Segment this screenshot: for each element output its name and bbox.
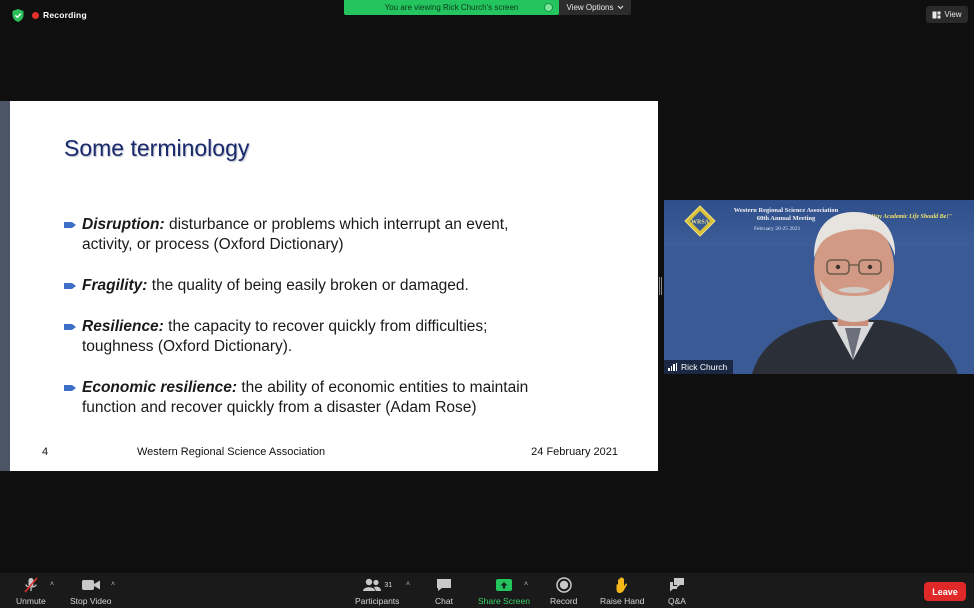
share-options-caret-icon[interactable]: ˄ [524,581,528,588]
participants-options-caret-icon[interactable]: ˄ [406,581,410,588]
recording-dot-icon [32,11,39,19]
view-button[interactable]: View [926,6,968,23]
raise-hand-button[interactable]: Raise Hand [600,576,644,606]
chat-label: Chat [435,596,453,606]
bullet-term: Economic resilience: [82,379,238,396]
security-shield-icon[interactable] [12,8,24,22]
record-button[interactable]: Record [550,576,577,606]
video-camera-icon [81,576,101,594]
bullet-arrow-icon [64,324,76,330]
banner-status-icon [544,3,553,12]
share-screen-label: Share Screen [478,596,530,606]
view-label: View [944,10,962,19]
chat-button[interactable]: Chat [435,576,453,606]
slide-left-strip [0,101,10,471]
qa-button[interactable]: Q&A [668,576,686,606]
raise-hand-icon [614,576,630,594]
bullet-term: Resilience: [82,318,164,335]
participant-video-tile[interactable]: WRSA Western Regional Science Associatio… [664,200,974,374]
banner-text: You are viewing Rick Church's screen [384,3,519,12]
view-layout-icon [932,11,941,18]
slide-bullet-list: Disruption: disturbance or problems whic… [64,215,554,418]
raise-hand-label: Raise Hand [600,596,645,606]
slide-footer-date: 24 February 2021 [531,446,618,458]
signal-strength-icon [668,363,677,371]
bullet-term: Disruption: [82,216,165,233]
bullet-term: Fragility: [82,277,148,294]
participant-video-image [752,212,958,374]
participant-name: Rick Church [681,362,728,372]
share-screen-button[interactable]: Share Screen [478,576,530,606]
record-icon [555,576,573,594]
view-options-button[interactable]: View Options [559,0,631,15]
bullet-item: Economic resilience: the ability of econ… [64,378,554,418]
shared-slide: Some terminology Disruption: disturbance… [10,101,658,471]
meeting-toolbar: Unmute ˄ Stop Video ˄ 31 Participants ˄ … [0,573,974,608]
participant-name-tag: Rick Church [664,360,734,374]
bullet-item: Resilience: the capacity to recover quic… [64,317,554,357]
bullet-arrow-icon [64,222,76,228]
stop-video-label: Stop Video [70,596,112,606]
chat-bubble-icon [435,576,453,594]
logo-text: WRSA [691,220,710,226]
microphone-muted-icon [22,576,40,594]
bullet-text: the quality of being easily broken or da… [147,277,469,294]
participants-button[interactable]: 31 Participants [355,576,399,606]
stop-video-button[interactable]: Stop Video [70,576,111,606]
bullet-arrow-icon [64,385,76,391]
recording-label: Recording [43,10,87,20]
recording-indicator[interactable]: Recording [32,10,87,20]
video-options-caret-icon[interactable]: ˄ [111,581,115,588]
audio-options-caret-icon[interactable]: ˄ [50,581,54,588]
participants-icon: 31 [362,576,392,594]
qa-label: Q&A [668,596,686,606]
unmute-label: Unmute [16,596,46,606]
participants-label: Participants [355,596,400,606]
chevron-down-icon [617,5,623,10]
bullet-arrow-icon [64,283,76,289]
top-left-status: Recording [12,8,87,22]
leave-button[interactable]: Leave [924,582,966,601]
slide-page-number: 4 [42,446,49,458]
split-view-drag-handle[interactable] [659,277,662,295]
slide-title: Some terminology [64,135,250,161]
bullet-item: Disruption: disturbance or problems whic… [64,215,554,255]
wrsa-logo: WRSA [684,205,716,237]
slide-footer: 4 Western Regional Science Association 2… [10,446,658,462]
slide-footer-organization: Western Regional Science Association [137,446,326,458]
participants-count: 31 [384,581,393,589]
share-screen-icon [495,576,513,594]
bullet-item: Fragility: the quality of being easily b… [64,276,554,296]
view-options-label: View Options [566,3,614,12]
screen-share-banner: You are viewing Rick Church's screen [344,0,559,15]
qa-icon [668,576,686,594]
record-label: Record [550,596,578,606]
unmute-button[interactable]: Unmute [16,576,46,606]
